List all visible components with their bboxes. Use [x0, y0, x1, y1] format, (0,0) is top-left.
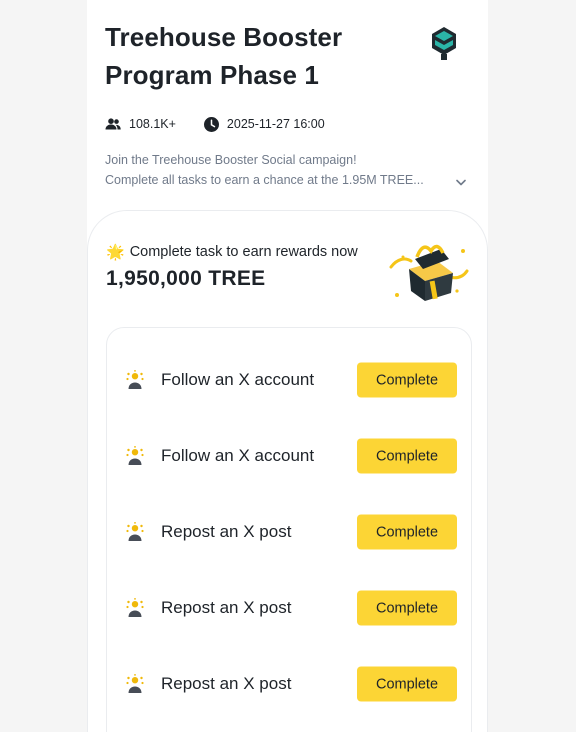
task-label: Repost an X post: [161, 598, 292, 617]
rewards-amount: 1,950,000 TREE: [106, 267, 266, 290]
task-person-icon: [126, 370, 144, 389]
task-person-icon: [126, 522, 144, 541]
task-label: Repost an X post: [161, 522, 292, 541]
task-person-icon: [126, 598, 144, 617]
complete-button[interactable]: Complete: [357, 514, 457, 550]
campaign-header: Treehouse Booster Program Phase 1 108.1K…: [87, 0, 488, 190]
participants-value: 108.1K+: [129, 117, 176, 131]
rewards-card: 🌟 Complete task to earn rewards now 1,95…: [87, 210, 488, 732]
rewards-label: 🌟 Complete task to earn rewards now: [106, 243, 358, 261]
task-label: Follow an X account: [161, 370, 315, 389]
campaign-meta: 108.1K+ 2025-11-27 16:00: [105, 114, 470, 134]
description-line-2: Complete all tasks to earn a chance at t…: [105, 173, 424, 187]
campaign-panel: Treehouse Booster Program Phase 1 108.1K…: [87, 0, 488, 732]
task-item: Repost an X post Complete: [107, 570, 473, 646]
end-time: 2025-11-27 16:00: [203, 116, 325, 132]
task-item: Follow an X account Complete: [107, 342, 473, 418]
chevron-down-icon[interactable]: [456, 179, 466, 186]
task-item: Follow an X account Complete: [107, 418, 473, 494]
complete-button[interactable]: Complete: [357, 438, 457, 474]
task-item: Repost an X post Complete: [107, 646, 473, 722]
complete-button[interactable]: Complete: [357, 666, 457, 702]
participants-count: 108.1K+: [105, 117, 176, 131]
treehouse-logo-icon: [432, 27, 456, 60]
task-label: Repost an X post: [161, 674, 292, 693]
clock-icon: [203, 116, 219, 132]
campaign-description[interactable]: Join the Treehouse Booster Social campai…: [105, 150, 470, 190]
gift-box-illustration: [389, 244, 469, 301]
sun-emoji-icon: 🌟: [106, 244, 125, 261]
task-item: Repost an X post Complete: [107, 494, 473, 570]
rewards-label-text: Complete task to earn rewards now: [129, 244, 358, 260]
task-label: Follow an X account: [161, 446, 315, 465]
users-icon: [105, 118, 121, 130]
end-time-value: 2025-11-27 16:00: [226, 117, 325, 131]
complete-button[interactable]: Complete: [357, 362, 457, 398]
task-person-icon: [126, 674, 144, 693]
task-list: Follow an X account Complete Follow an X…: [106, 327, 472, 732]
task-person-icon: [126, 446, 144, 465]
page-title: Treehouse Booster Program Phase 1: [105, 22, 343, 90]
complete-button[interactable]: Complete: [357, 590, 457, 626]
description-line-1: Join the Treehouse Booster Social campai…: [105, 153, 357, 167]
